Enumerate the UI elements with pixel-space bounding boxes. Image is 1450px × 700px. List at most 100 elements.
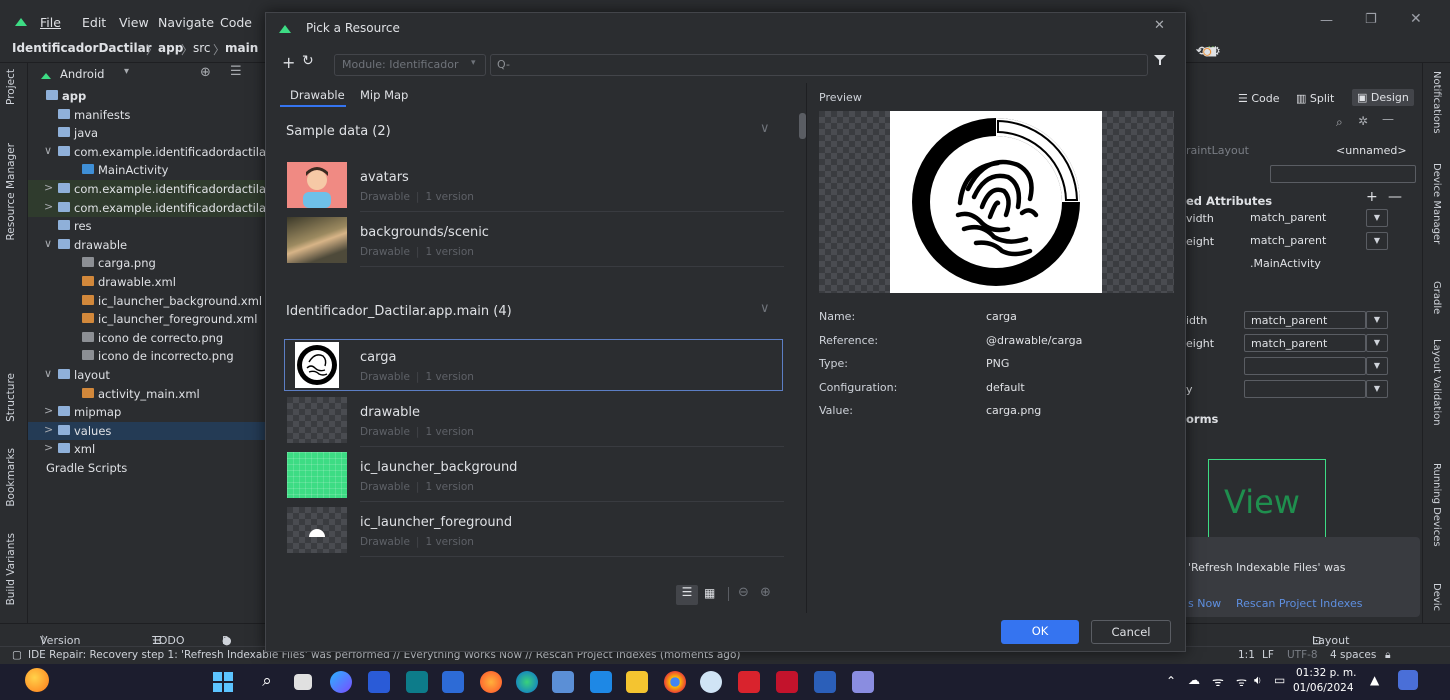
tray-chevron-icon[interactable]: ⌃ bbox=[1166, 674, 1176, 688]
minimize-icon[interactable]: — bbox=[1320, 13, 1333, 28]
chevron-right-icon[interactable]: > bbox=[44, 404, 53, 417]
tree-item[interactable]: icono de incorrecto.png bbox=[28, 347, 268, 366]
tab-device-explorer[interactable]: Devic bbox=[1431, 583, 1442, 611]
breadcrumb-main[interactable]: main bbox=[225, 41, 258, 55]
clock-date[interactable]: 01/06/2024 bbox=[1293, 682, 1354, 694]
tree-item[interactable]: ∨ drawable bbox=[28, 236, 268, 255]
search-input[interactable]: Q- bbox=[490, 54, 1148, 76]
module-combo[interactable]: Module: Identificador ▾ bbox=[334, 54, 486, 76]
list-scrollbar[interactable] bbox=[799, 113, 806, 139]
tab-device-manager[interactable]: Device Manager bbox=[1431, 163, 1442, 244]
resource-item[interactable]: ic_launcher_background Drawable | 1 version bbox=[284, 449, 784, 502]
start-icon[interactable] bbox=[212, 671, 234, 693]
tree-item[interactable]: java bbox=[28, 124, 268, 143]
attribute-value[interactable]: .MainActivity bbox=[1244, 255, 1366, 273]
tree-item[interactable]: > xml bbox=[28, 440, 268, 459]
tab-notifications[interactable]: Notifications bbox=[1431, 71, 1442, 134]
chevron-down-icon[interactable]: ▼ bbox=[1366, 357, 1388, 375]
tab-drawable[interactable]: Drawable bbox=[290, 88, 345, 102]
indent-setting[interactable]: 4 spaces bbox=[1330, 649, 1376, 661]
tree-item[interactable]: > mipmap bbox=[28, 403, 268, 422]
caret-position[interactable]: 1:1 bbox=[1238, 649, 1255, 661]
attribute-value[interactable]: match_parent bbox=[1244, 209, 1366, 227]
resource-item[interactable]: ic_launcher_foreground Drawable | 1 version bbox=[284, 504, 784, 557]
search-icon[interactable]: ⌕ bbox=[1336, 115, 1343, 130]
attribute-row[interactable]: ▼ bbox=[1186, 356, 1422, 378]
chevron-down-icon[interactable]: ∨ bbox=[760, 121, 770, 136]
onedrive-icon[interactable]: ☁ bbox=[1188, 673, 1200, 687]
widgets-icon[interactable] bbox=[1398, 670, 1418, 690]
attribute-row[interactable]: .MainActivity bbox=[1186, 254, 1422, 276]
add-icon[interactable]: + bbox=[1366, 189, 1378, 205]
chevron-right-icon[interactable]: > bbox=[44, 181, 53, 194]
tab-mip-map[interactable]: Mip Map bbox=[360, 88, 408, 102]
tree-item[interactable]: ic_launcher_foreground.xml bbox=[28, 310, 268, 329]
task-view-icon[interactable] bbox=[294, 674, 312, 690]
app-1-icon[interactable] bbox=[368, 671, 390, 693]
attribute-value[interactable]: match_parent bbox=[1244, 311, 1366, 329]
close-icon[interactable]: ✕ bbox=[1154, 18, 1165, 33]
hide-icon[interactable]: — bbox=[1382, 112, 1394, 126]
notification-action-rescan[interactable]: Rescan Project Indexes bbox=[1236, 597, 1362, 610]
app-word-icon[interactable] bbox=[814, 671, 836, 693]
attribute-row[interactable]: eight match_parent ▼ bbox=[1186, 231, 1422, 253]
zoom-out-icon[interactable]: ⊖ bbox=[738, 585, 749, 600]
breadcrumb-src[interactable]: src bbox=[193, 41, 211, 55]
tree-item[interactable]: MainActivity bbox=[28, 161, 268, 180]
app-copilot-icon[interactable] bbox=[330, 671, 352, 693]
tree-item[interactable]: > com.example.identificadordactilar bbox=[28, 180, 268, 199]
tab-running-devices[interactable]: Running Devices bbox=[1431, 463, 1442, 547]
menu-view[interactable]: View bbox=[119, 15, 149, 30]
app-chrome-icon[interactable] bbox=[664, 671, 686, 693]
chevron-right-icon[interactable]: > bbox=[44, 423, 53, 436]
tree-item[interactable]: drawable.xml bbox=[28, 273, 268, 292]
tab-gradle[interactable]: Gradle bbox=[1431, 281, 1442, 314]
tree-item[interactable]: > com.example.identificadordactilar bbox=[28, 198, 268, 218]
app-vscode-icon[interactable] bbox=[590, 671, 612, 693]
tab-structure[interactable]: Structure bbox=[5, 373, 17, 422]
tab-layout-validation[interactable]: Layout Validation bbox=[1431, 339, 1442, 426]
add-resource-icon[interactable]: + bbox=[282, 53, 295, 72]
app-3-icon[interactable] bbox=[442, 671, 464, 693]
resource-item[interactable]: drawable Drawable | 1 version bbox=[284, 394, 784, 447]
chevron-down-icon[interactable]: ▼ bbox=[1366, 232, 1388, 250]
chevron-down-icon[interactable]: ▼ bbox=[1366, 334, 1388, 352]
weather-widget-icon[interactable] bbox=[25, 668, 49, 692]
app-edge-icon[interactable] bbox=[516, 671, 538, 693]
chevron-down-icon[interactable]: ∨ bbox=[44, 237, 52, 250]
tree-item[interactable]: icono de correcto.png bbox=[28, 329, 268, 348]
attribute-value[interactable]: match_parent bbox=[1244, 232, 1366, 250]
tree-item[interactable]: activity_main.xml bbox=[28, 385, 268, 404]
app-acrobat-icon[interactable] bbox=[738, 671, 760, 693]
chevron-down-icon[interactable]: ▾ bbox=[124, 66, 129, 77]
notification-balloon[interactable]: 'Refresh Indexable Files' was s Now Resc… bbox=[1176, 537, 1420, 617]
attribute-row[interactable]: eight match_parent ▼ bbox=[1186, 333, 1422, 355]
remove-icon[interactable]: — bbox=[1388, 189, 1402, 205]
locate-icon[interactable]: ⊕ bbox=[200, 65, 211, 80]
battery-icon[interactable]: ▭ bbox=[1274, 673, 1285, 687]
resource-group-header[interactable]: Sample data (2) ∨ bbox=[276, 109, 781, 155]
tab-build-variants[interactable]: Build Variants bbox=[5, 533, 17, 605]
attribute-value[interactable]: match_parent bbox=[1244, 334, 1366, 352]
tree-item[interactable]: res bbox=[28, 217, 268, 236]
app-mcafee-icon[interactable] bbox=[776, 671, 798, 693]
menu-file[interactable]: File bbox=[40, 15, 61, 30]
attribute-value[interactable] bbox=[1244, 357, 1366, 375]
restore-icon[interactable]: ❐ bbox=[1365, 12, 1377, 27]
close-window-icon[interactable]: ✕ bbox=[1410, 11, 1422, 27]
tree-item[interactable]: manifests bbox=[28, 106, 268, 125]
mode-design[interactable]: ▣ Design bbox=[1352, 89, 1414, 106]
menu-code[interactable]: Code bbox=[220, 15, 252, 30]
ok-button[interactable]: OK bbox=[1001, 620, 1079, 644]
menu-navigate[interactable]: Navigate bbox=[158, 15, 214, 30]
chevron-down-icon[interactable]: ▼ bbox=[1366, 380, 1388, 398]
attribute-row[interactable]: y ▼ bbox=[1186, 379, 1422, 401]
tree-item[interactable]: Gradle Scripts bbox=[28, 459, 268, 478]
chevron-down-icon[interactable]: ∨ bbox=[44, 367, 52, 380]
tab-resource-manager[interactable]: Resource Manager bbox=[5, 143, 17, 241]
notification-bell-icon[interactable]: ▲ bbox=[1370, 673, 1379, 687]
chevron-down-icon[interactable]: ▼ bbox=[1366, 311, 1388, 329]
resource-item[interactable]: avatars Drawable | 1 version bbox=[284, 159, 784, 212]
view-selector[interactable]: Android bbox=[60, 67, 104, 81]
zoom-in-icon[interactable]: ⊕ bbox=[760, 585, 771, 600]
